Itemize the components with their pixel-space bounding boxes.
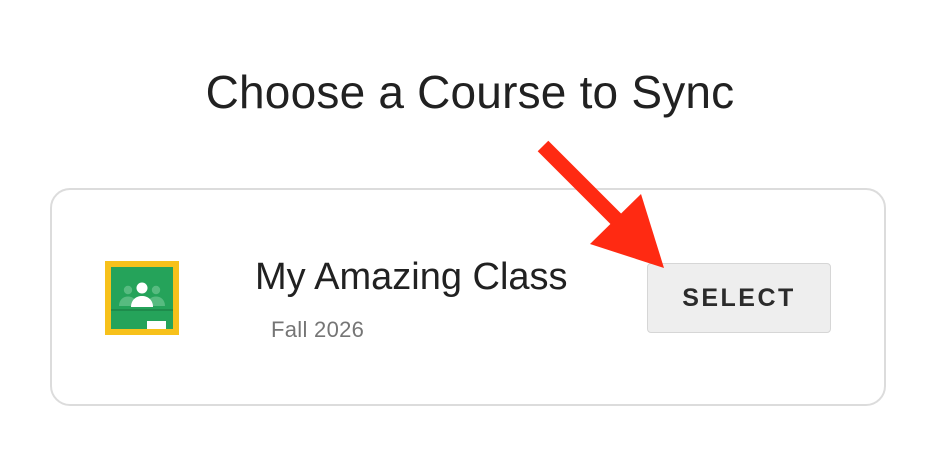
page-title: Choose a Course to Sync: [205, 66, 735, 118]
google-classroom-icon: [105, 261, 179, 335]
select-button[interactable]: SELECT: [647, 263, 831, 333]
course-term: Fall 2026: [271, 317, 365, 342]
course-name: My Amazing Class: [255, 256, 568, 298]
